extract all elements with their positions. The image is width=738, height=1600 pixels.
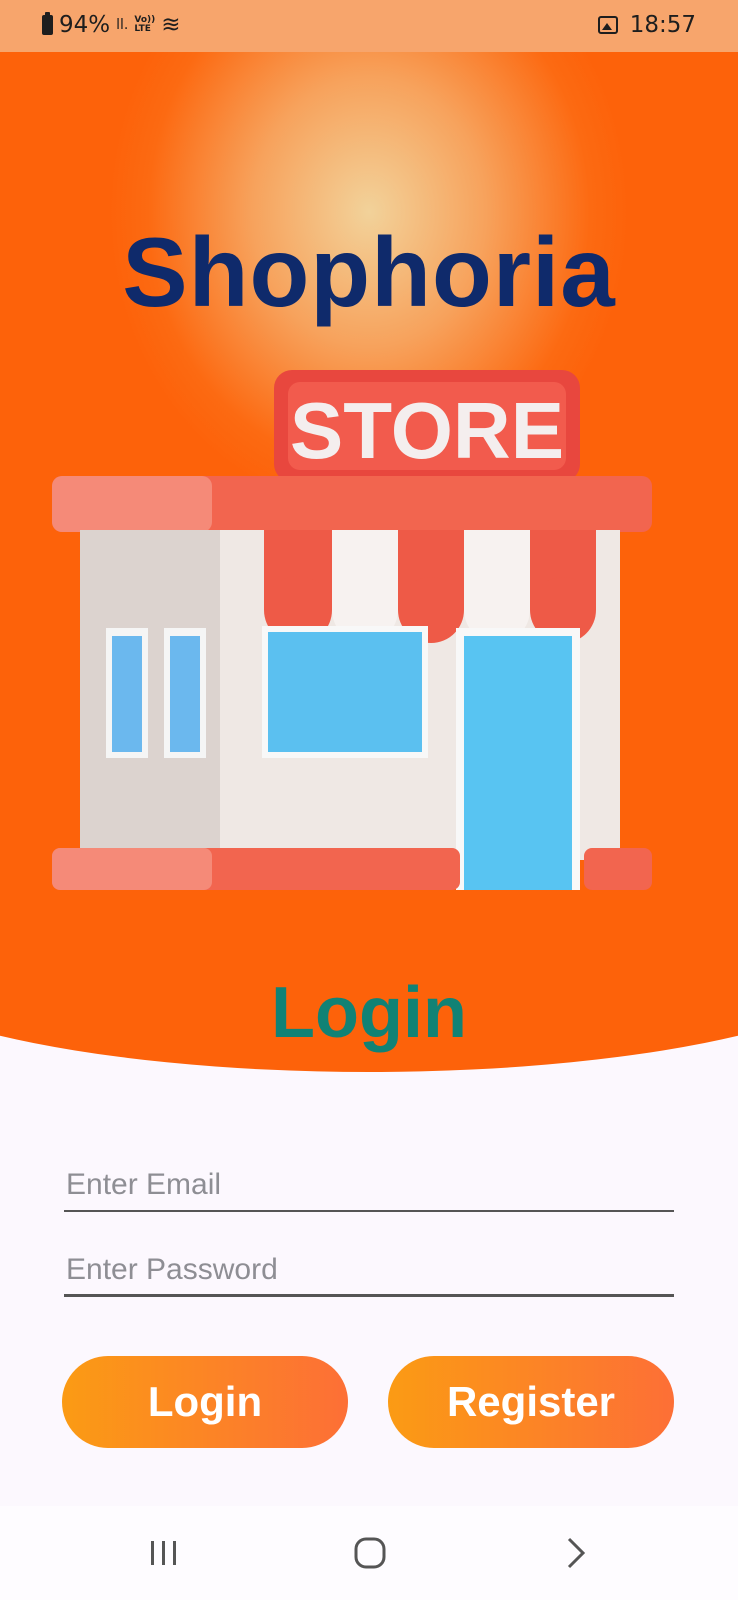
image-icon <box>597 16 618 34</box>
clock: 18:57 <box>629 12 696 38</box>
volte-bottom-text: LTE <box>134 24 151 34</box>
recents-icon <box>151 1541 176 1565</box>
back-icon <box>567 1537 586 1569</box>
store-base-side <box>52 848 212 890</box>
store-sign-text: STORE <box>290 386 564 475</box>
front-window <box>268 632 422 752</box>
login-heading: Login <box>271 973 467 1053</box>
side-window-left <box>112 636 142 752</box>
email-field[interactable] <box>64 1160 674 1212</box>
battery-level: 94% <box>59 12 111 38</box>
login-button[interactable]: Login <box>62 1356 348 1448</box>
app-title: Shophoria <box>122 217 616 327</box>
store-base-right <box>584 848 652 890</box>
hero-section: Shophoria STORE Login <box>0 52 738 1082</box>
store-roof-side <box>52 476 212 532</box>
store-illustration: STORE <box>52 370 652 890</box>
home-icon <box>354 1537 386 1569</box>
status-right: 18:57 <box>597 12 696 38</box>
navigation-bar <box>0 1506 738 1600</box>
wifi-icon: ≋ <box>161 12 181 38</box>
home-button[interactable] <box>340 1528 400 1578</box>
battery-icon <box>42 12 53 35</box>
signal-icon: ll. <box>116 17 129 33</box>
status-left: 94% ll. Vo)) LTE ≋ <box>42 12 181 38</box>
side-window-right <box>170 636 200 752</box>
back-button[interactable] <box>546 1528 606 1578</box>
volte-icon: Vo)) LTE <box>134 16 155 34</box>
password-field[interactable] <box>64 1245 674 1297</box>
status-bar: 94% ll. Vo)) LTE ≋ 18:57 <box>0 0 738 52</box>
register-button[interactable]: Register <box>388 1356 674 1448</box>
recents-button[interactable] <box>134 1528 194 1578</box>
store-door <box>464 636 572 890</box>
